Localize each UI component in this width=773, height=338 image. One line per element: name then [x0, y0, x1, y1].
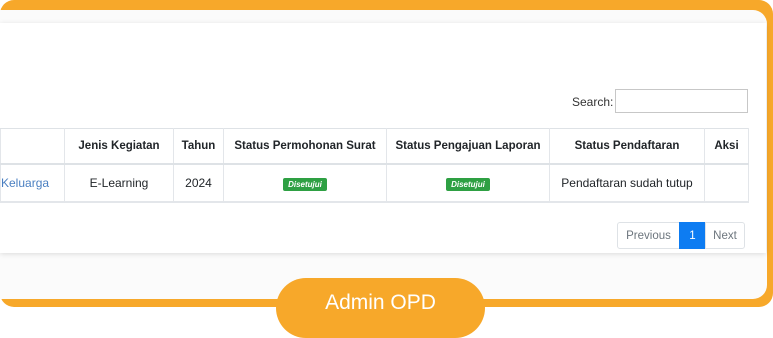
column-header-aksi[interactable]: Aksi — [704, 128, 749, 165]
search-input[interactable] — [615, 89, 748, 113]
column-header-status-pengajuan-laporan[interactable]: Status Pengajuan Laporan — [386, 128, 550, 165]
table-header-row: Jenis Kegiatan Tahun Status Permohonan S… — [0, 128, 749, 165]
next-page-button[interactable]: Next — [705, 222, 745, 249]
cell-tahun: 2024 — [173, 163, 224, 203]
column-header-tahun[interactable]: Tahun — [173, 128, 224, 165]
cell-status-pendaftaran: Pendaftaran sudah tutup — [549, 163, 705, 203]
cell-nama: Keluarga — [0, 163, 65, 203]
cell-status-laporan: Disetujui — [386, 163, 550, 203]
cell-jenis-kegiatan: E-Learning — [64, 163, 174, 203]
kegiatan-name-link[interactable]: Keluarga — [2, 176, 50, 190]
table-card: Search: Jenis Kegiatan Tahun Status Perm… — [0, 23, 766, 253]
previous-page-button[interactable]: Previous — [617, 222, 680, 249]
column-header-status-permohonan-surat[interactable]: Status Permohonan Surat — [223, 128, 387, 165]
registration-table: Jenis Kegiatan Tahun Status Permohonan S… — [0, 128, 749, 203]
status-badge-laporan: Disetujui — [446, 177, 490, 191]
search-label: Search: — [572, 95, 614, 109]
cell-aksi — [704, 163, 749, 203]
column-header-status-pendaftaran[interactable]: Status Pendaftaran — [549, 128, 705, 165]
column-header-nama — [0, 128, 65, 165]
orange-frame: Search: Jenis Kegiatan Tahun Status Perm… — [0, 0, 773, 338]
table-row: Keluarga E-Learning 2024 Disetujui Diset… — [0, 163, 749, 203]
cell-status-permohonan: Disetujui — [223, 163, 387, 203]
status-badge-permohonan: Disetujui — [283, 177, 327, 191]
page-1-button[interactable]: 1 — [679, 222, 706, 249]
column-header-jenis-kegiatan[interactable]: Jenis Kegiatan — [64, 128, 174, 165]
pagination: Previous 1 Next — [617, 222, 745, 249]
admin-opd-pill[interactable]: Admin OPD — [276, 278, 485, 338]
content-panel: Search: Jenis Kegiatan Tahun Status Perm… — [0, 10, 767, 299]
